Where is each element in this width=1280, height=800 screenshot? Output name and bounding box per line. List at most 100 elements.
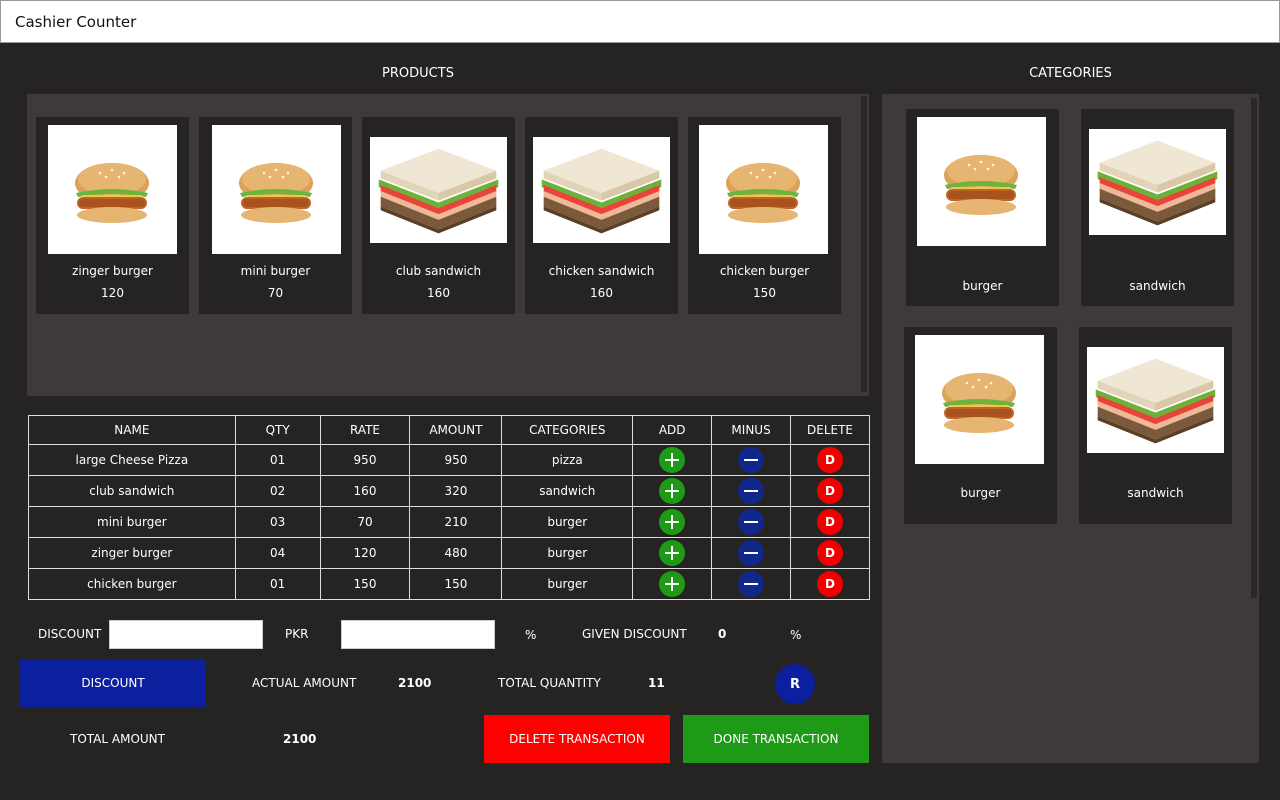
cell-rate: 120: [319, 537, 411, 569]
delete-icon[interactable]: D: [817, 447, 843, 473]
cell-rate: 160: [319, 475, 411, 507]
window-title: Cashier Counter: [15, 13, 137, 31]
table-row: zinger burger 04 120 480 burger D: [28, 537, 870, 569]
total-amount-label: TOTAL AMOUNT: [70, 732, 165, 746]
categories-panel: burger sandwich burger sandwich: [882, 94, 1259, 763]
plus-icon[interactable]: [659, 540, 686, 566]
categories-scrollbar-thumb[interactable]: [1251, 98, 1257, 598]
cell-category: sandwich: [501, 475, 634, 507]
category-card-sandwich[interactable]: sandwich: [1079, 327, 1232, 524]
burger-image: [917, 117, 1046, 246]
table-row: club sandwich 02 160 320 sandwich D: [28, 475, 870, 507]
burger-image: [699, 125, 828, 254]
percent-symbol: %: [525, 628, 537, 642]
cell-delete: D: [790, 506, 870, 538]
delete-icon[interactable]: D: [817, 509, 843, 535]
cell-rate: 950: [319, 444, 411, 476]
category-name: sandwich: [1127, 486, 1184, 500]
delete-icon[interactable]: D: [817, 478, 843, 504]
products-title: PRODUCTS: [382, 66, 454, 81]
total-quantity-value: 11: [648, 676, 665, 690]
delete-icon-label: D: [825, 546, 835, 560]
cell-rate: 150: [319, 568, 411, 600]
header-qty: QTY: [234, 415, 321, 445]
cell-minus: [711, 568, 792, 600]
burger-image: [212, 125, 341, 254]
delete-transaction-button[interactable]: DELETE TRANSACTION: [484, 715, 670, 763]
category-name: sandwich: [1129, 279, 1186, 293]
product-card-chicken-burger[interactable]: chicken burger 150: [688, 117, 841, 314]
cell-amount: 150: [409, 568, 503, 600]
cell-name: mini burger: [28, 506, 236, 538]
delete-icon[interactable]: D: [817, 540, 843, 566]
cell-name: large Cheese Pizza: [28, 444, 236, 476]
cell-amount: 320: [409, 475, 503, 507]
products-scrollbar[interactable]: [858, 94, 869, 396]
cell-name: zinger burger: [28, 537, 236, 569]
total-quantity-label: TOTAL QUANTITY: [498, 676, 601, 690]
categories-title: CATEGORIES: [1029, 66, 1112, 81]
sandwich-image: [370, 137, 507, 243]
cell-qty: 02: [234, 475, 321, 507]
delete-icon-label: D: [825, 577, 835, 591]
products-panel: zinger burger 120 mini burger 70 club sa…: [27, 94, 869, 396]
discount-button[interactable]: DISCOUNT: [20, 659, 206, 707]
reset-button[interactable]: R: [775, 664, 815, 704]
plus-icon[interactable]: [659, 478, 686, 504]
cell-add: [632, 537, 713, 569]
cell-qty: 01: [234, 568, 321, 600]
minus-icon[interactable]: [738, 509, 765, 535]
product-card-zinger-burger[interactable]: zinger burger 120: [36, 117, 189, 314]
product-name: zinger burger: [72, 264, 153, 278]
discount-pkr-input[interactable]: [109, 620, 263, 649]
cell-name: chicken burger: [28, 568, 236, 600]
product-card-mini-burger[interactable]: mini burger 70: [199, 117, 352, 314]
total-amount-value: 2100: [283, 732, 317, 746]
done-transaction-button[interactable]: DONE TRANSACTION: [683, 715, 869, 763]
product-card-chicken-sandwich[interactable]: chicken sandwich 160: [525, 117, 678, 314]
plus-icon[interactable]: [659, 509, 686, 535]
product-card-club-sandwich[interactable]: club sandwich 160: [362, 117, 515, 314]
minus-icon[interactable]: [738, 571, 765, 597]
header-name: NAME: [28, 415, 236, 445]
product-price: 70: [267, 286, 284, 300]
cell-category: burger: [501, 506, 634, 538]
actual-amount-label: ACTUAL AMOUNT: [252, 676, 357, 690]
product-price: 150: [753, 286, 776, 300]
plus-icon[interactable]: [659, 571, 686, 597]
category-card-burger[interactable]: burger: [906, 109, 1059, 306]
minus-icon[interactable]: [738, 478, 765, 504]
product-name: mini burger: [240, 264, 311, 278]
table-header-row: NAME QTY RATE AMOUNT CATEGORIES ADD MINU…: [28, 415, 870, 445]
cell-delete: D: [790, 537, 870, 569]
minus-icon[interactable]: [738, 447, 765, 473]
category-card-sandwich[interactable]: sandwich: [1081, 109, 1234, 306]
categories-scrollbar[interactable]: [1248, 94, 1259, 763]
product-name: club sandwich: [395, 264, 482, 278]
category-name: burger: [960, 486, 1001, 500]
cell-delete: D: [790, 475, 870, 507]
product-name: chicken sandwich: [548, 264, 655, 278]
cell-category: pizza: [501, 444, 634, 476]
cell-delete: D: [790, 444, 870, 476]
header-add: ADD: [632, 415, 713, 445]
header-rate: RATE: [319, 415, 411, 445]
cell-name: club sandwich: [28, 475, 236, 507]
burger-image: [915, 335, 1044, 464]
cell-delete: D: [790, 568, 870, 600]
discount-percent-input[interactable]: [341, 620, 495, 649]
cell-minus: [711, 537, 792, 569]
cell-amount: 210: [409, 506, 503, 538]
category-card-burger[interactable]: burger: [904, 327, 1057, 524]
given-discount-percent: %: [790, 628, 802, 642]
product-price: 120: [101, 286, 124, 300]
delete-icon[interactable]: D: [817, 571, 843, 597]
header-minus: MINUS: [711, 415, 792, 445]
cell-rate: 70: [319, 506, 411, 538]
plus-icon[interactable]: [659, 447, 686, 473]
products-scrollbar-thumb[interactable]: [861, 96, 867, 392]
cell-category: burger: [501, 537, 634, 569]
header-delete: DELETE: [790, 415, 870, 445]
minus-icon[interactable]: [738, 540, 765, 566]
header-categories: CATEGORIES: [501, 415, 634, 445]
